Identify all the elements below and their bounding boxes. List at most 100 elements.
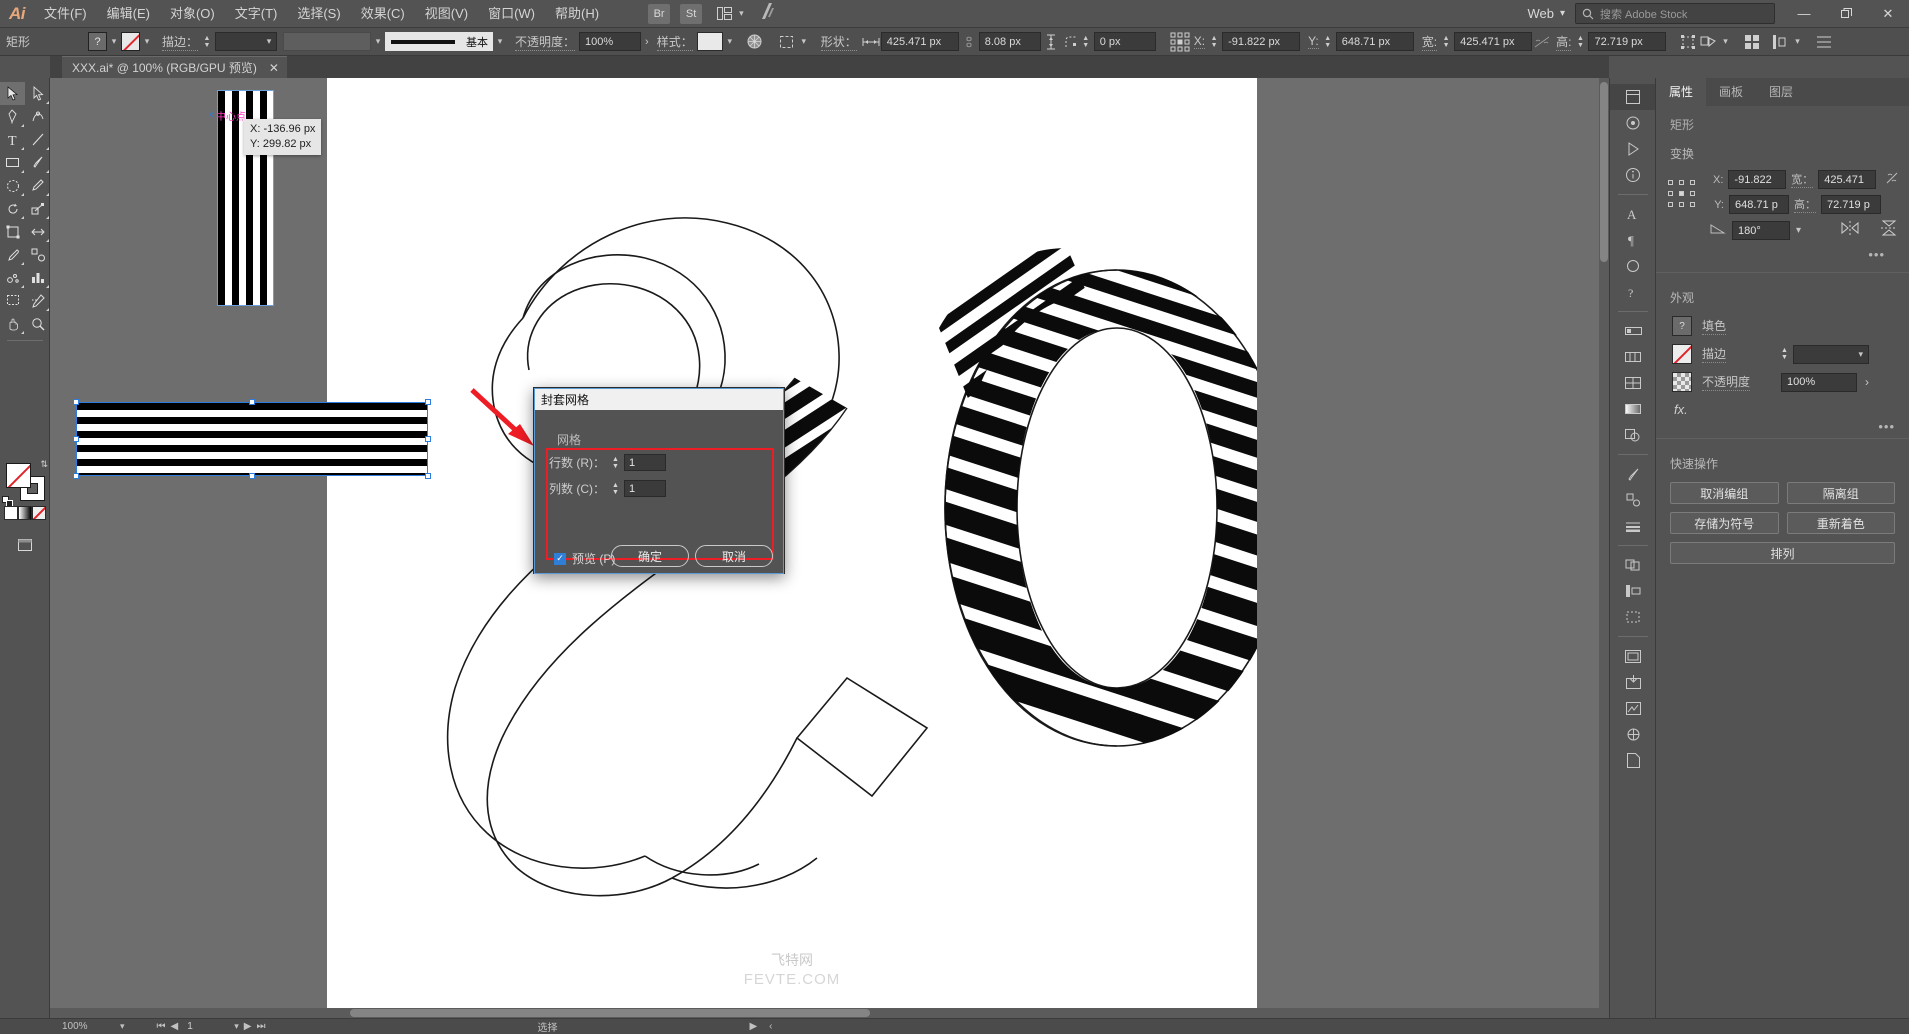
cols-stepper[interactable]: ▲ ▼	[610, 480, 621, 497]
tool-type[interactable]: T	[0, 128, 25, 151]
distribute-icon[interactable]	[1770, 32, 1790, 52]
width-stepper[interactable]: ▲ ▼	[1441, 33, 1451, 51]
dock-info-icon[interactable]	[1610, 162, 1656, 188]
panel-height-input[interactable]: 72.719 p	[1821, 195, 1881, 214]
tool-paintbrush[interactable]	[25, 151, 50, 174]
minimize-button[interactable]: —	[1783, 0, 1825, 28]
appearance-more-options-icon[interactable]: •••	[1656, 419, 1909, 434]
next-artboard-icon[interactable]: ▶	[244, 1021, 252, 1032]
stock-button[interactable]: St	[680, 3, 703, 24]
dock-transparency-icon[interactable]	[1610, 422, 1656, 448]
canvas-vscroll-thumb[interactable]	[1600, 82, 1608, 262]
height-stepper[interactable]: ▲ ▼	[1575, 33, 1585, 51]
fill-color-indicator[interactable]	[6, 463, 31, 488]
dock-asset-export-icon[interactable]	[1610, 669, 1656, 695]
artboard-chevron-down-icon[interactable]: ▾	[234, 1021, 239, 1032]
tool-slice[interactable]	[25, 289, 50, 312]
rows-stepper[interactable]: ▲ ▼	[610, 454, 621, 471]
constrain-proportions-icon[interactable]	[1532, 32, 1552, 52]
panel-options-icon[interactable]	[1814, 32, 1834, 52]
selection-handle-bc[interactable]	[249, 473, 255, 479]
dock-pathfinder-icon[interactable]	[1610, 552, 1656, 578]
tool-selection[interactable]	[0, 82, 25, 105]
panel-stroke-weight-combo[interactable]: ▾	[1793, 344, 1869, 364]
transform-again-icon[interactable]	[1678, 32, 1698, 52]
corner-radius-stepper[interactable]: ▲ ▼	[1081, 33, 1091, 51]
selection-handle-ml[interactable]	[73, 436, 79, 442]
color-mode-color[interactable]	[4, 506, 18, 520]
corner-type-icon[interactable]	[1061, 32, 1081, 52]
current-tool-indicator[interactable]: 选择	[531, 1019, 563, 1034]
stroke-profile-chevron-down-icon[interactable]: ▾	[493, 32, 507, 51]
rows-input[interactable]: 1	[624, 454, 666, 471]
envelope-mesh-dialog[interactable]: 封套网格 网格 行数 (R)： ▲ ▼ 1 列数 (C)： ▲ ▼ 1 ✓ 预览 (…	[533, 387, 785, 574]
status-expand-icon[interactable]: ▶	[743, 1021, 763, 1032]
change-screen-mode-icon[interactable]	[12, 533, 37, 556]
menu-type[interactable]: 文字(T)	[225, 0, 288, 28]
width-profile-chevron-down-icon[interactable]: ▾	[371, 32, 385, 51]
canvas-area[interactable]: 飞特网 FEVTE.COM × 中心点 X: -136.96 px Y: 299…	[50, 78, 1609, 1018]
recolor-button[interactable]: 重新着色	[1786, 512, 1895, 534]
dock-actions-icon[interactable]	[1610, 136, 1656, 162]
menu-help[interactable]: 帮助(H)	[545, 0, 609, 28]
tab-artboards[interactable]: 画板	[1706, 78, 1756, 106]
zoom-chevron-down-icon[interactable]: ▾	[120, 1021, 125, 1032]
dock-properties-icon[interactable]	[1610, 84, 1656, 110]
arrange-button[interactable]: 排列	[1670, 542, 1895, 564]
tab-properties[interactable]: 属性	[1656, 78, 1707, 106]
dock-transform-icon[interactable]	[1610, 604, 1656, 630]
restore-button[interactable]	[1825, 0, 1867, 28]
dock-libraries-icon[interactable]	[1610, 110, 1656, 136]
height-field[interactable]: 72.719 px	[1588, 32, 1667, 51]
fill-stroke-control[interactable]: ⇅	[2, 459, 48, 507]
panel-stroke-weight-stepper[interactable]: ▲ ▼	[1779, 346, 1790, 363]
panel-opacity-swatch[interactable]	[1672, 372, 1692, 392]
dock-align-icon[interactable]	[1610, 578, 1656, 604]
y-position-stepper[interactable]: ▲ ▼	[1323, 33, 1333, 51]
last-artboard-icon[interactable]: ⏭	[256, 1021, 265, 1032]
add-effect-button[interactable]: fx.	[1656, 396, 1909, 419]
prev-artboard-icon[interactable]: ◀	[171, 1021, 179, 1032]
menu-window[interactable]: 窗口(W)	[478, 0, 545, 28]
preview-checkbox-group[interactable]: ✓ 预览 (P)	[554, 550, 615, 567]
arrange-documents-button[interactable]: ▾	[713, 3, 744, 25]
flip-horizontal-icon[interactable]	[1841, 221, 1859, 240]
first-artboard-icon[interactable]: ⏮	[157, 1021, 166, 1032]
dock-color-guide-icon[interactable]	[1610, 344, 1656, 370]
align-panel-icon[interactable]	[1742, 32, 1762, 52]
dock-swatches-icon[interactable]	[1610, 370, 1656, 396]
panel-opacity-field[interactable]: 100%	[1781, 372, 1857, 392]
graphic-style-swatch[interactable]	[696, 32, 723, 51]
panel-x-input[interactable]: -91.822	[1728, 170, 1787, 189]
distribute-chevron-down-icon[interactable]: ▾	[1790, 32, 1804, 51]
reference-point-icon[interactable]	[1168, 32, 1194, 52]
cancel-button[interactable]: 取消	[695, 545, 773, 567]
status-collapse-icon[interactable]: ‹	[763, 1021, 778, 1032]
panel-width-input[interactable]: 425.471	[1818, 170, 1877, 189]
variable-width-profile-box[interactable]	[283, 32, 372, 51]
opacity-field[interactable]: 100%	[579, 32, 642, 51]
stroke-style-preview[interactable]: 基本	[385, 32, 494, 51]
tool-shaper[interactable]	[0, 174, 25, 197]
fill-swatch[interactable]: ?	[88, 32, 107, 51]
stroke-weight-combo[interactable]: ▾	[215, 32, 278, 51]
ungroup-button[interactable]: 取消编组	[1670, 482, 1779, 504]
artboard-number-field[interactable]: 1	[183, 1020, 230, 1033]
tool-blend[interactable]	[25, 243, 50, 266]
tool-zoom[interactable]	[25, 312, 50, 335]
dock-paragraph-icon[interactable]: ¶	[1610, 227, 1656, 253]
tool-rotate[interactable]	[0, 197, 25, 220]
dock-character-icon[interactable]: A	[1610, 201, 1656, 227]
canvas-hscroll-thumb[interactable]	[350, 1009, 870, 1017]
tool-artboard[interactable]	[0, 289, 25, 312]
preview-checkbox[interactable]: ✓	[554, 552, 566, 565]
selection-handle-mr[interactable]	[425, 436, 431, 442]
transform-panel-icon[interactable]	[777, 32, 797, 52]
ok-button[interactable]: 确定	[611, 545, 689, 567]
x-position-stepper[interactable]: ▲ ▼	[1209, 33, 1219, 51]
artwork-20-typography[interactable]	[327, 78, 1257, 1018]
cols-input[interactable]: 1	[624, 480, 666, 497]
tool-curvature[interactable]	[25, 105, 50, 128]
shape-width-field[interactable]: 425.471 px	[880, 32, 959, 51]
panel-opacity-arrow-icon[interactable]: ›	[1857, 375, 1869, 389]
